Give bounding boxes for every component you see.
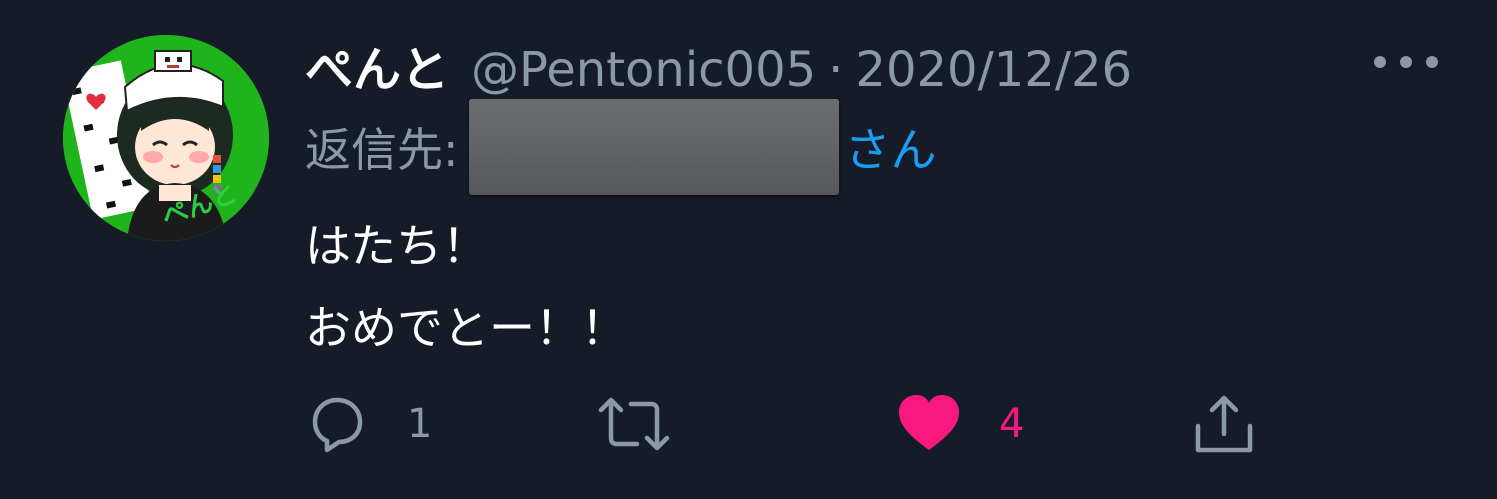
more-dot [1426, 56, 1438, 68]
reply-count: 1 [407, 401, 433, 447]
reply-button[interactable]: 1 [305, 392, 432, 456]
reply-to-honorific[interactable]: さん [845, 114, 937, 180]
reply-to-label: 返信先: [305, 123, 459, 177]
tweet-date[interactable]: 2020/12/26 [855, 42, 1132, 98]
redacted-username [468, 99, 839, 195]
reply-icon [312, 397, 363, 453]
retweet-icon [598, 397, 670, 451]
reply-to-line: 返信先: さん [305, 99, 937, 195]
share-button[interactable] [1192, 392, 1256, 456]
more-dot [1400, 56, 1412, 68]
avatar-illustration: ぺんと [63, 35, 269, 241]
display-name[interactable]: ぺんと [305, 30, 449, 100]
tweet-header: ぺんと @Pentonic005 · 2020/12/26 [305, 30, 1132, 98]
share-icon [1195, 395, 1253, 453]
retweet-button[interactable] [597, 392, 671, 456]
tweet[interactable]: ぺんと ぺんと @Pentonic005 · 2020/12/26 返信先: さ… [0, 0, 1497, 499]
like-button[interactable]: 4 [897, 392, 1024, 456]
like-count: 4 [999, 401, 1025, 447]
tweet-text-line: はたち！ [305, 219, 489, 273]
avatar[interactable]: ぺんと [63, 35, 269, 241]
heart-icon [899, 395, 959, 450]
user-handle[interactable]: @Pentonic005 [471, 42, 816, 98]
more-dot [1374, 56, 1386, 68]
more-options-icon[interactable] [1374, 50, 1438, 74]
tweet-text-line: おめでとー！！ [305, 301, 627, 355]
separator-dot: · [828, 42, 844, 98]
